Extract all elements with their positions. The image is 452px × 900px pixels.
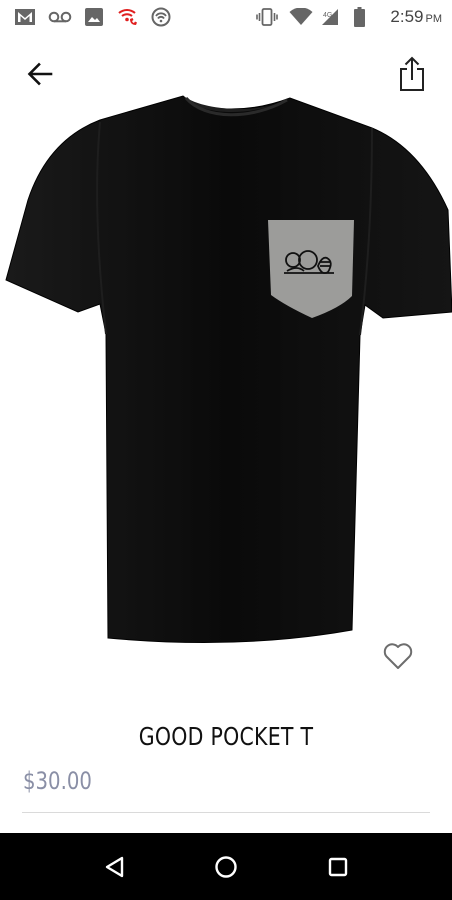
heart-outline-icon xyxy=(383,643,413,669)
recents-square-icon xyxy=(328,857,348,877)
image-icon xyxy=(84,6,104,28)
status-time: 2:59 PM xyxy=(390,6,442,28)
vibrate-icon xyxy=(256,6,278,28)
nav-back-button[interactable] xyxy=(96,849,132,885)
svg-text:4G: 4G xyxy=(323,12,332,19)
t-shirt-image xyxy=(5,95,452,643)
hotspot-icon xyxy=(150,6,172,28)
back-triangle-icon xyxy=(105,856,124,878)
status-time-ampm: PM xyxy=(425,13,443,25)
favorite-button[interactable] xyxy=(380,639,416,673)
product-title: GOOD POCKET T xyxy=(138,722,314,751)
signal-icon: 4G xyxy=(320,6,340,28)
wifi-icon xyxy=(288,6,314,28)
nav-recents-button[interactable] xyxy=(320,849,356,885)
status-time-value: 2:59 xyxy=(390,7,424,26)
voicemail-icon xyxy=(48,6,72,28)
navigation-bar xyxy=(0,833,452,900)
home-circle-icon xyxy=(215,856,237,878)
battery-icon xyxy=(352,6,366,28)
nav-home-button[interactable] xyxy=(208,849,244,885)
status-bar: 4G 2:59 PM xyxy=(0,0,452,34)
wifi-call-icon xyxy=(116,6,140,28)
divider xyxy=(22,812,430,813)
product-image xyxy=(0,90,452,655)
product-price: $30.00 xyxy=(23,767,92,795)
gmail-icon xyxy=(14,6,36,28)
back-button[interactable] xyxy=(20,54,60,94)
share-icon xyxy=(400,56,424,91)
arrow-left-icon xyxy=(27,62,53,86)
